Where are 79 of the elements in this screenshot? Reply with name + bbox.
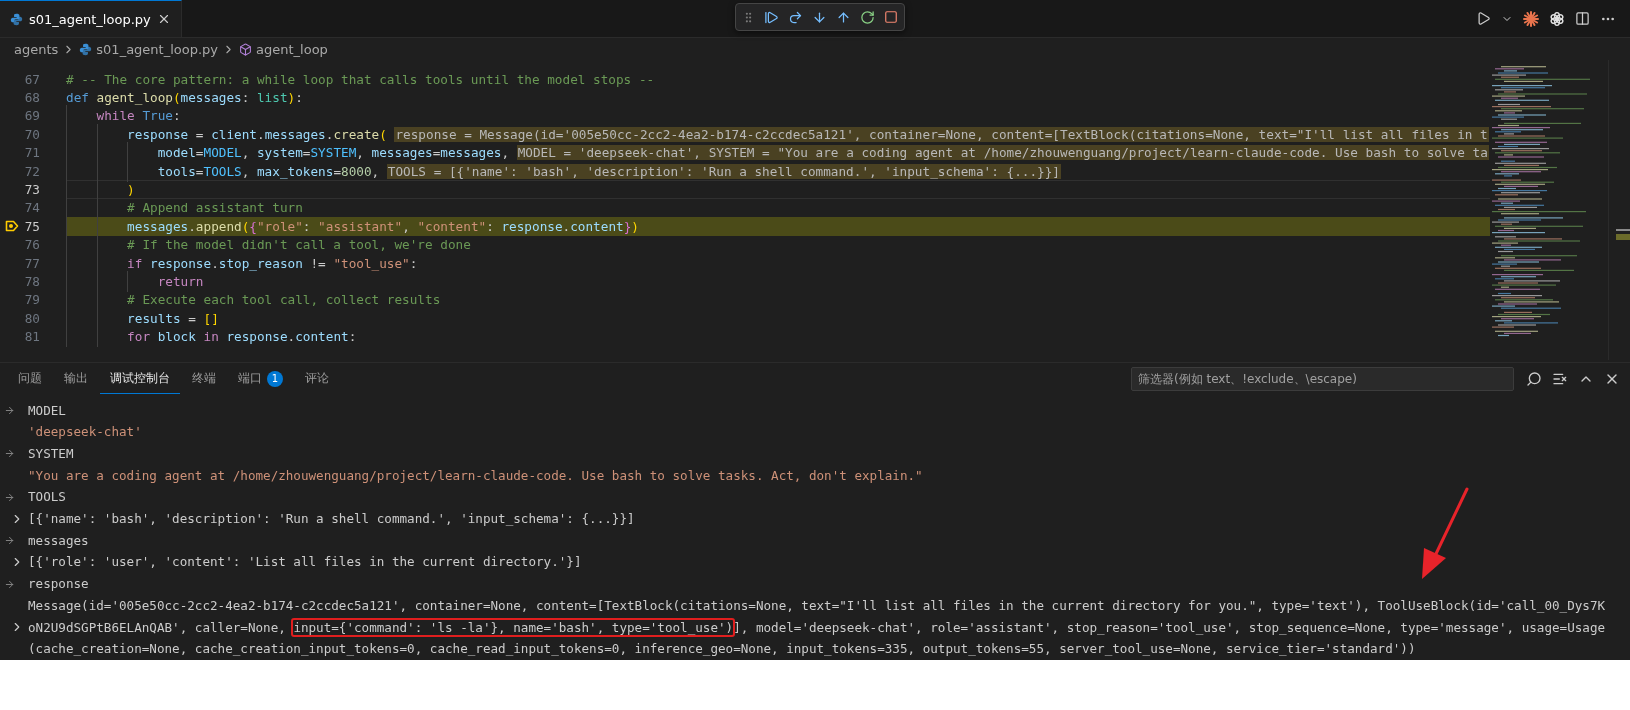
search-icon[interactable]	[1526, 371, 1542, 388]
console-output: "You are a coding agent at /home/zhouwenguang/project/learn-claude-code. Use bash to solve tasks. Act, don't explain."	[28, 466, 923, 485]
breadcrumb-item[interactable]: agent_loop	[256, 41, 328, 57]
starburst-icon[interactable]	[1523, 10, 1539, 27]
inline-value: response = Message(id='005e50cc-2cc2-4ea2-b174-c2ccdec5a121', container=None, content=[TextBlock(citations=None, text="I'll list all files in t	[394, 126, 1489, 142]
line-number: 70	[24, 126, 40, 142]
step-over-icon[interactable]	[788, 9, 803, 25]
console-output: (cache_creation=None, cache_creation_input_tokens=0, cache_read_input_tokens=0, inference_geo=None, input_tokens=335, output_tokens=55, server_tool_use=None, service_tier='standard'))	[28, 640, 1417, 659]
tab-label: s01_agent_loop.py	[29, 11, 151, 27]
line-number: 68	[24, 90, 40, 106]
editor-tab[interactable]: s01_agent_loop.py	[0, 0, 182, 37]
code-line: return	[66, 274, 204, 289]
line-number: 76	[24, 237, 40, 253]
code-line: while True:	[66, 108, 181, 124]
line-number: 74	[24, 200, 40, 216]
code-line: response = client.messages.create(	[66, 126, 387, 142]
line-number: 78	[24, 274, 40, 289]
console-output: Message(id='005e50cc-2cc2-4ea2-b174-c2ccdec5a121', container=None, content=[TextBlock(citations=None, text="I'll list all files in the current directory for you.", type='text'), ToolUseBlock(id='call_00_Dys7K	[28, 596, 1606, 615]
line-number: 73	[24, 182, 40, 198]
console-output: 'deepseek-chat'	[28, 423, 142, 442]
input-arrow-icon	[4, 491, 15, 503]
breadcrumb-item[interactable]: agents	[14, 41, 59, 57]
code-line: )	[66, 182, 135, 198]
console-expression: response	[28, 575, 89, 594]
console-expression: MODEL	[28, 401, 66, 420]
panel-tab[interactable]: 问题	[8, 364, 52, 395]
line-number: 71	[24, 145, 40, 161]
code-line: # Append assistant turn	[66, 200, 303, 216]
code-line: results = []	[66, 310, 219, 326]
console-expression: messages	[28, 531, 89, 550]
python-file-icon	[79, 42, 93, 56]
line-number: 69	[24, 108, 40, 124]
console-expression: TOOLS	[28, 488, 66, 507]
code-line: # -- The core pattern: a while loop that calls tools until the model stops --	[66, 71, 655, 87]
code-line: messages.append({"role": "assistant", "content": response.content})	[66, 218, 639, 234]
code-line: for block in response.content:	[66, 329, 357, 345]
console-expression: SYSTEM	[28, 444, 74, 463]
restart-icon[interactable]	[860, 9, 875, 25]
code-line: def agent_loop(messages: list):	[66, 90, 303, 106]
step-out-icon[interactable]	[836, 9, 851, 25]
cube-icon	[239, 42, 253, 56]
panel-tab[interactable]: 端口 1	[228, 364, 293, 395]
count-badge: 1	[267, 370, 283, 387]
panel-tab[interactable]: 终端	[182, 364, 226, 395]
stop-icon[interactable]	[884, 10, 898, 24]
input-arrow-icon	[4, 535, 15, 547]
split-editor-icon[interactable]	[1575, 11, 1590, 26]
line-number: 77	[24, 255, 40, 271]
code-line: model=MODEL, system=SYSTEM, messages=messages,	[66, 145, 510, 161]
line-number: 80	[24, 310, 40, 326]
breakpoint-arrow-icon	[5, 220, 19, 233]
code-line: if response.stop_reason != "tool_use":	[66, 255, 418, 271]
panel-tab[interactable]: 输出	[54, 364, 98, 395]
panel-tab[interactable]: 调试控制台	[100, 364, 180, 395]
filter-field[interactable]: 筛选器(例如 text、!exclude、\escape)	[1131, 367, 1514, 392]
line-number: 67	[24, 71, 40, 87]
line-number: 79	[24, 292, 40, 308]
panel-tab[interactable]: 评论	[295, 364, 339, 395]
code-line: # If the model didn't call a tool, we're done	[66, 237, 471, 253]
console-output: [{'role': 'user', 'content': 'List all files in the current directory.'}]	[28, 553, 582, 572]
input-arrow-icon	[4, 578, 15, 590]
breadcrumb-item[interactable]: s01_agent_loop.py	[96, 41, 219, 57]
python-file-icon	[10, 12, 23, 26]
continue-icon[interactable]	[764, 9, 779, 25]
knot-icon[interactable]	[1549, 10, 1565, 27]
console-output: [{'name': 'bash', 'description': 'Run a shell command.', 'input_schema': {...}}]	[28, 510, 635, 529]
step-into-icon[interactable]	[812, 9, 827, 25]
input-arrow-icon	[4, 448, 15, 460]
line-number: 81	[24, 329, 40, 345]
inline-value: MODEL = 'deepseek-chat', SYSTEM = "You are a coding agent at /home/zhouwenguang/project/learn-claude-code. Use bash to solve ta	[516, 145, 1489, 161]
code-line: # Execute each tool call, collect results	[66, 292, 441, 308]
console-output: oN2U9dSGPtB6ELAnQAB', caller=None, input={'command': 'ls -la'}, name='bash', type='tool_use')], model='deepseek-chat', role='assistant', stop_reason='tool_use', stop_sequence=None, type='message', usage=Usage	[28, 618, 1606, 637]
inline-value: TOOLS = [{'name': 'bash', 'description': 'Run a shell command.', 'input_schema': {...}}]	[386, 163, 1061, 179]
minimap-drawing[interactable]	[1490, 60, 1630, 360]
run-icon[interactable]	[1476, 11, 1491, 26]
code-line: tools=TOOLS, max_tokens=8000,	[66, 163, 380, 179]
line-number: 72	[24, 163, 40, 179]
input-arrow-icon	[4, 404, 15, 416]
line-number: 75	[24, 218, 40, 234]
